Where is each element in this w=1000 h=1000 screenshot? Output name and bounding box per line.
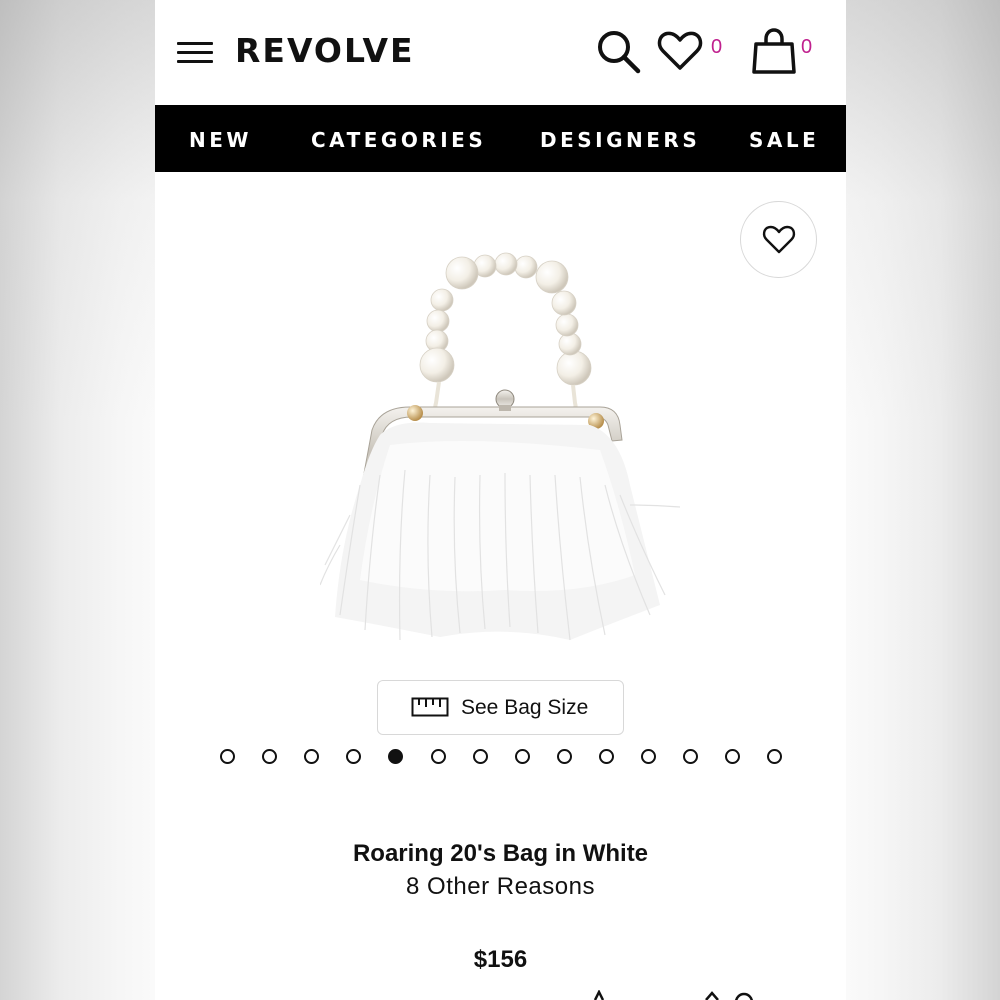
carousel-dot-14[interactable] — [767, 749, 783, 764]
revolve-logo[interactable]: REVOLVE — [235, 28, 415, 74]
carousel-dot-4[interactable] — [346, 749, 362, 764]
carousel-dot-11[interactable] — [641, 749, 656, 764]
carousel-dot-2[interactable] — [262, 749, 278, 764]
heart-outline-icon — [762, 225, 796, 254]
image-carousel-dots — [213, 746, 793, 768]
top-header: REVOLVE 0 0 — [155, 0, 846, 105]
product-image-feather-bag[interactable] — [320, 245, 690, 655]
nav-categories[interactable]: CATEGORIES — [311, 105, 486, 172]
carousel-dot-10[interactable] — [598, 749, 614, 764]
product-title: Roaring 20's Bag in White — [352, 840, 649, 867]
carousel-dot-5[interactable] — [388, 749, 404, 764]
nav-designers[interactable]: DESIGNERS — [540, 105, 700, 172]
carousel-dot-3[interactable] — [304, 749, 320, 764]
carousel-dot-7[interactable] — [472, 749, 488, 764]
pearl-handle — [419, 252, 592, 386]
carousel-dot-8[interactable] — [514, 749, 530, 764]
see-bag-size-button[interactable]: See Bag Size — [377, 680, 624, 735]
bag-count: 0 — [801, 36, 813, 58]
share-icon-partial[interactable] — [585, 990, 615, 1000]
carousel-dot-12[interactable] — [683, 749, 699, 764]
product-brand[interactable]: 8 Other Reasons — [155, 871, 846, 903]
ruler-icon — [411, 697, 449, 717]
carousel-dot-13[interactable] — [725, 749, 741, 764]
menu-icon[interactable] — [177, 40, 215, 66]
social-icons-partial[interactable] — [700, 990, 760, 1000]
nav-new[interactable]: NEW — [189, 105, 252, 172]
add-to-wishlist-button[interactable] — [740, 201, 817, 278]
product-price: $156 — [473, 946, 528, 973]
feather-body — [320, 422, 681, 641]
carousel-dot-1[interactable] — [220, 749, 235, 764]
nav-sale[interactable]: SALE — [749, 105, 819, 172]
carousel-dot-6[interactable] — [430, 749, 446, 764]
wishlist-count: 0 — [711, 36, 723, 58]
wishlist-heart-icon[interactable] — [657, 30, 703, 72]
see-bag-size-label: See Bag Size — [461, 696, 589, 719]
main-nav: NEW CATEGORIES DESIGNERS SALE — [155, 105, 846, 172]
shopping-bag-icon[interactable] — [751, 28, 797, 74]
search-icon[interactable] — [595, 28, 643, 76]
carousel-dot-9[interactable] — [556, 749, 572, 764]
app-screen: REVOLVE 0 0 NEW CATEGORIES DESIGNERS SAL… — [155, 0, 846, 1000]
